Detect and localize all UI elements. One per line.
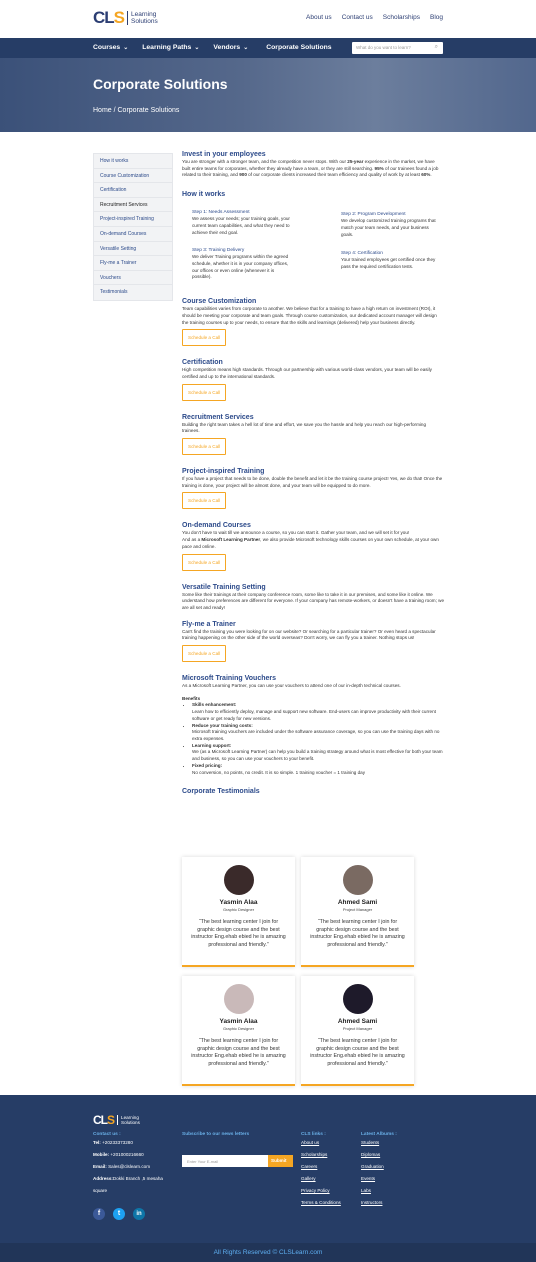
link-about-us[interactable]: About us: [306, 14, 332, 21]
testimonials-title: Corporate Testimonials: [182, 788, 260, 796]
nav-vendors[interactable]: Vendors ⌄: [213, 44, 248, 51]
footer-link[interactable]: About us: [301, 1137, 341, 1149]
album-link[interactable]: Diplomas: [361, 1149, 397, 1161]
testimonial-card: Yasmin Alaa Graphic Designer “The best l…: [182, 976, 295, 1086]
invest-section: Invest in your employees You are stronge…: [182, 151, 444, 179]
subscribe-title: Subscribe to our news letters: [182, 1132, 250, 1137]
testimonial-card: Ahmed Sami Project Manager “The best lea…: [301, 976, 414, 1086]
versatile-setting-section: Versatile Training Setting Some like the…: [182, 583, 445, 610]
top-links: About us Contact us Scholarships Blog: [306, 14, 443, 21]
search-icon[interactable]: ⌕: [435, 44, 438, 51]
copyright: All Rights Reserved © CLSLearn.com: [0, 1243, 536, 1262]
footer-link[interactable]: Privacy Policy: [301, 1185, 341, 1197]
list-item: Reduce your training costs:Microsoft tra…: [192, 723, 444, 743]
benefits-title: Benefits: [182, 695, 201, 701]
sidebar-item-how-it-works[interactable]: How it works: [94, 154, 172, 169]
footer-cls-links: CLS links : About us Scholarships Career…: [301, 1132, 341, 1209]
link-contact-us[interactable]: Contact us: [342, 14, 373, 21]
step-4: Step 4: Certification Your trained emplo…: [341, 251, 436, 269]
footer-contact: Contact us : Tel: +20233373280 Mobile: +…: [93, 1132, 163, 1193]
schedule-call-button[interactable]: Schedule a Call: [182, 645, 227, 663]
invest-text: You are stronger with a stronger team, a…: [182, 159, 439, 178]
list-item: Learning support:We (as a Microsoft Lear…: [192, 743, 444, 763]
footer-link[interactable]: Careers: [301, 1161, 341, 1173]
schedule-call-button[interactable]: Schedule a Call: [182, 492, 227, 510]
album-link[interactable]: Students: [361, 1137, 397, 1149]
footer-albums: Latest Albums : Students Diplomas Gradua…: [361, 1132, 397, 1209]
link-blog[interactable]: Blog: [430, 14, 443, 21]
list-item: Skills enhancement:Learn how to efficien…: [192, 702, 444, 722]
avatar: [223, 984, 254, 1014]
vouchers-section: Microsoft Training Vouchers As a Microso…: [182, 675, 444, 776]
avatar: [223, 865, 254, 895]
step-2: Step 2: Program Development We develop c…: [341, 212, 436, 237]
page-content: How it works Course Customization Certif…: [0, 132, 536, 1095]
sidebar-item-course-customization[interactable]: Course Customization: [94, 169, 172, 184]
sidebar-item-recruitment-services[interactable]: Recruitment Services: [94, 198, 172, 213]
sidebar-item-vouchers[interactable]: Vouchers: [94, 271, 172, 286]
step-3: Step 3: Training Delivery We deliver Tra…: [192, 248, 289, 280]
course-customization-section: Course Customization Team capabilities v…: [182, 298, 444, 347]
chevron-down-icon: ⌄: [123, 45, 129, 51]
page-title: Corporate Solutions: [93, 76, 228, 92]
twitter-icon[interactable]: t: [113, 1208, 125, 1220]
avatar: [342, 865, 373, 895]
facebook-icon[interactable]: f: [93, 1208, 105, 1220]
breadcrumb: Home / Corporate Solutions: [93, 107, 180, 114]
recruitment-services-section: Recruitment Services Building the right …: [182, 414, 444, 456]
certification-section: Certification High competition means hig…: [182, 359, 444, 401]
email-field[interactable]: Enter Your E-mail: [182, 1155, 268, 1167]
linkedin-icon[interactable]: in: [133, 1208, 145, 1220]
main-content: Invest in your employees You are stronge…: [182, 151, 444, 796]
sidebar-item-fly-me-a-trainer[interactable]: Fly-me a Trainer: [94, 256, 172, 271]
sidebar-item-project-inspired-training[interactable]: Project-inspired Training: [94, 212, 172, 227]
submit-button[interactable]: Submit: [268, 1155, 293, 1167]
footer-link[interactable]: Gallery: [301, 1173, 341, 1185]
sidebar-item-versatile-setting[interactable]: Versatile Setting: [94, 242, 172, 257]
avatar: [342, 984, 373, 1014]
list-item: Fixed pricing:No conversion, no points, …: [192, 763, 444, 776]
footer-link[interactable]: Terms & Conditions: [301, 1197, 341, 1209]
step-1: Step 1: Needs Assessment We assess your …: [192, 210, 290, 235]
schedule-call-button[interactable]: Schedule a Call: [182, 438, 227, 456]
chevron-down-icon: ⌄: [243, 45, 249, 51]
footer: CLS Learning Solutions Contact us : Tel: …: [0, 1095, 536, 1243]
album-link[interactable]: Events: [361, 1173, 397, 1185]
how-it-works-section: How it works Step 1: Needs Assessment We…: [182, 191, 444, 287]
testimonial-card: Yasmin Alaa Graphic Designer “The best l…: [182, 857, 295, 967]
logo-mark: CLS: [93, 8, 125, 27]
album-link[interactable]: Labs: [361, 1185, 397, 1197]
nav-learning-paths[interactable]: Learning Paths ⌄: [142, 44, 199, 51]
sidebar: How it works Course Customization Certif…: [93, 153, 173, 301]
benefits-list: Skills enhancement:Learn how to efficien…: [182, 702, 444, 776]
sidebar-item-on-demand-courses[interactable]: On-demand Courses: [94, 227, 172, 242]
album-link[interactable]: Instructors: [361, 1197, 397, 1209]
main-nav: Courses ⌄ Learning Paths ⌄ Vendors ⌄ Corpor…: [0, 38, 536, 58]
hero-banner: Corporate Solutions Home / Corporate Sol…: [0, 58, 536, 132]
schedule-call-button[interactable]: Schedule a Call: [182, 329, 227, 347]
top-bar: CLS Learning Solutions About us Contact u…: [0, 0, 536, 38]
schedule-call-button[interactable]: Schedule a Call: [182, 553, 227, 571]
chevron-down-icon: ⌄: [194, 45, 200, 51]
footer-link[interactable]: Scholarships: [301, 1149, 341, 1161]
nav-courses[interactable]: Courses ⌄: [93, 44, 128, 51]
schedule-call-button[interactable]: Schedule a Call: [182, 383, 227, 401]
project-inspired-training-section: Project-inspired Training If you have a …: [182, 468, 444, 510]
search-input[interactable]: What do you want to learn? ⌕: [352, 42, 443, 54]
sidebar-item-certification[interactable]: Certification: [94, 183, 172, 198]
sidebar-item-testimonials[interactable]: Testimonials: [94, 285, 172, 300]
on-demand-courses-section: On-demand Courses You don't have to wait…: [182, 522, 444, 571]
how-it-works-title: How it works: [182, 191, 226, 199]
invest-title: Invest in your employees: [182, 151, 266, 158]
cls-logo[interactable]: CLS Learning Solutions: [93, 8, 158, 27]
nav-corporate-solutions[interactable]: Corporate Solutions: [266, 44, 331, 51]
link-scholarships[interactable]: Scholarships: [383, 14, 420, 21]
testimonial-card: Ahmed Sami Project Manager “The best lea…: [301, 857, 414, 967]
fly-me-a-trainer-section: Fly-me a Trainer Can't find the training…: [182, 621, 444, 663]
footer-logo[interactable]: CLS Learning Solutions: [93, 1112, 140, 1128]
album-link[interactable]: Graduation: [361, 1161, 397, 1173]
logo-text: Learning Solutions: [127, 11, 158, 25]
